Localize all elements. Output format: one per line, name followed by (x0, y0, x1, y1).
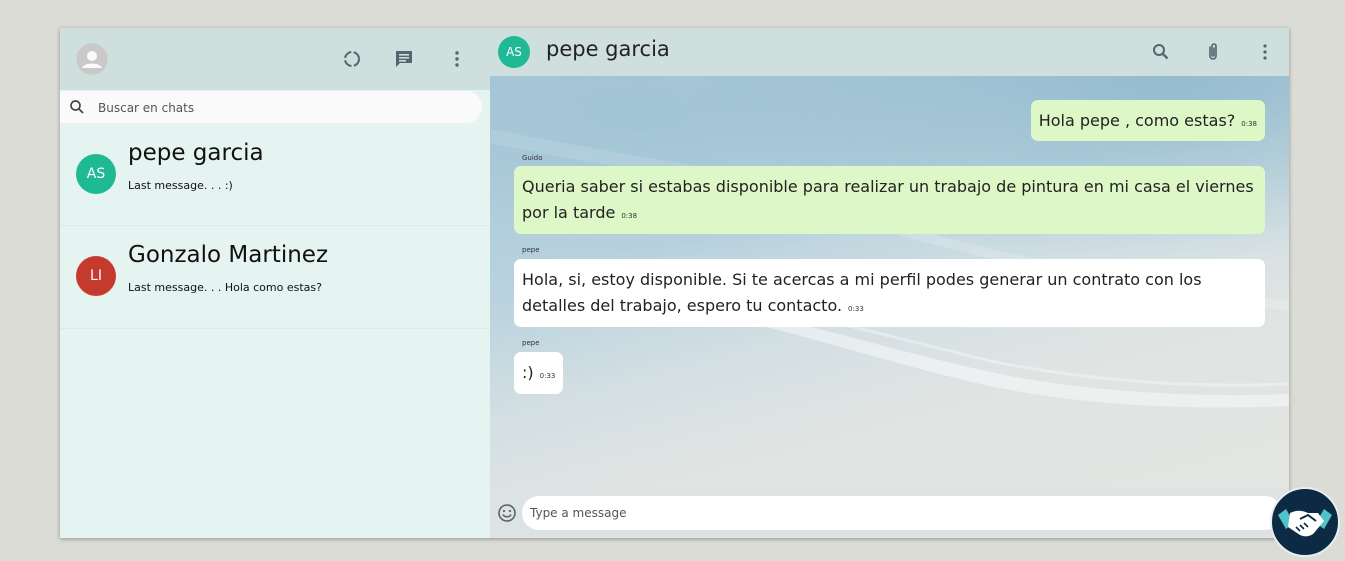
emoji-button[interactable] (496, 502, 518, 524)
sidebar: AS pepe garcia Last message. . . :) LI G… (60, 28, 490, 538)
avatar-icon (76, 43, 108, 75)
search-input[interactable] (96, 96, 480, 120)
attach-button[interactable] (1201, 40, 1225, 64)
chat-panel: AS pepe garcia Hola pepe , como estas? 0… (490, 28, 1289, 538)
handshake-icon (1278, 509, 1332, 537)
chat-title[interactable]: pepe garcia (546, 37, 670, 61)
chat-last-message: Last message. . . Hola como estas? (128, 281, 322, 294)
message-bubble[interactable]: Hola, si, estoy disponible. Si te acerca… (514, 259, 1265, 327)
chat-avatar: LI (76, 256, 116, 296)
search-icon (70, 100, 84, 114)
new-chat-button[interactable] (392, 47, 416, 71)
message-time: 0:38 (621, 212, 638, 220)
contact-avatar[interactable]: AS (498, 36, 530, 68)
message-bubble[interactable]: Hola pepe , como estas? 0:38 (1030, 100, 1265, 141)
message-bubble[interactable]: :) 0:33 (514, 352, 564, 394)
chat-list-item[interactable]: AS pepe garcia Last message. . . :) (60, 123, 490, 226)
status-ring-icon (344, 51, 360, 67)
chat-name: Gonzalo Martinez (128, 242, 329, 268)
message-area[interactable]: Hola pepe , como estas? 0:38 Guido Queria… (490, 76, 1289, 488)
more-vert-icon (1263, 44, 1267, 60)
chat-last-message: Last message. . . :) (128, 179, 233, 192)
search-bar (60, 91, 482, 123)
message-time: 0:33 (539, 372, 556, 380)
message-text: Hola pepe , como estas? (1038, 111, 1236, 130)
message-input[interactable] (522, 496, 1282, 530)
paperclip-icon (1209, 43, 1217, 60)
status-button[interactable] (340, 47, 364, 71)
message-time: 0:38 (1241, 120, 1257, 128)
message-composer (490, 488, 1289, 538)
message-time: 0:33 (848, 305, 864, 313)
emoji-icon (498, 504, 516, 522)
sidebar-menu-button[interactable] (445, 47, 469, 71)
message-text: :) (522, 363, 534, 382)
message-sender: pepe (522, 339, 540, 347)
more-vert-icon (455, 51, 459, 67)
handshake-badge-button[interactable] (1270, 487, 1340, 557)
search-icon (1153, 44, 1169, 60)
search-messages-button[interactable] (1149, 40, 1173, 64)
sidebar-header (60, 28, 490, 90)
profile-avatar[interactable] (76, 43, 108, 75)
chat-header: AS pepe garcia (490, 28, 1289, 76)
message-sender: pepe (522, 246, 540, 254)
message-sender: Guido (522, 154, 543, 162)
chat-icon (396, 51, 412, 67)
chat-menu-button[interactable] (1253, 40, 1277, 64)
chat-list-item[interactable]: LI Gonzalo Martinez Last message. . . Ho… (60, 226, 490, 329)
chat-name: pepe garcia (128, 140, 264, 166)
chat-avatar: AS (76, 154, 116, 194)
message-bubble[interactable]: Queria saber si estabas disponible para … (514, 166, 1265, 234)
chat-app: AS pepe garcia Last message. . . :) LI G… (60, 28, 1289, 538)
